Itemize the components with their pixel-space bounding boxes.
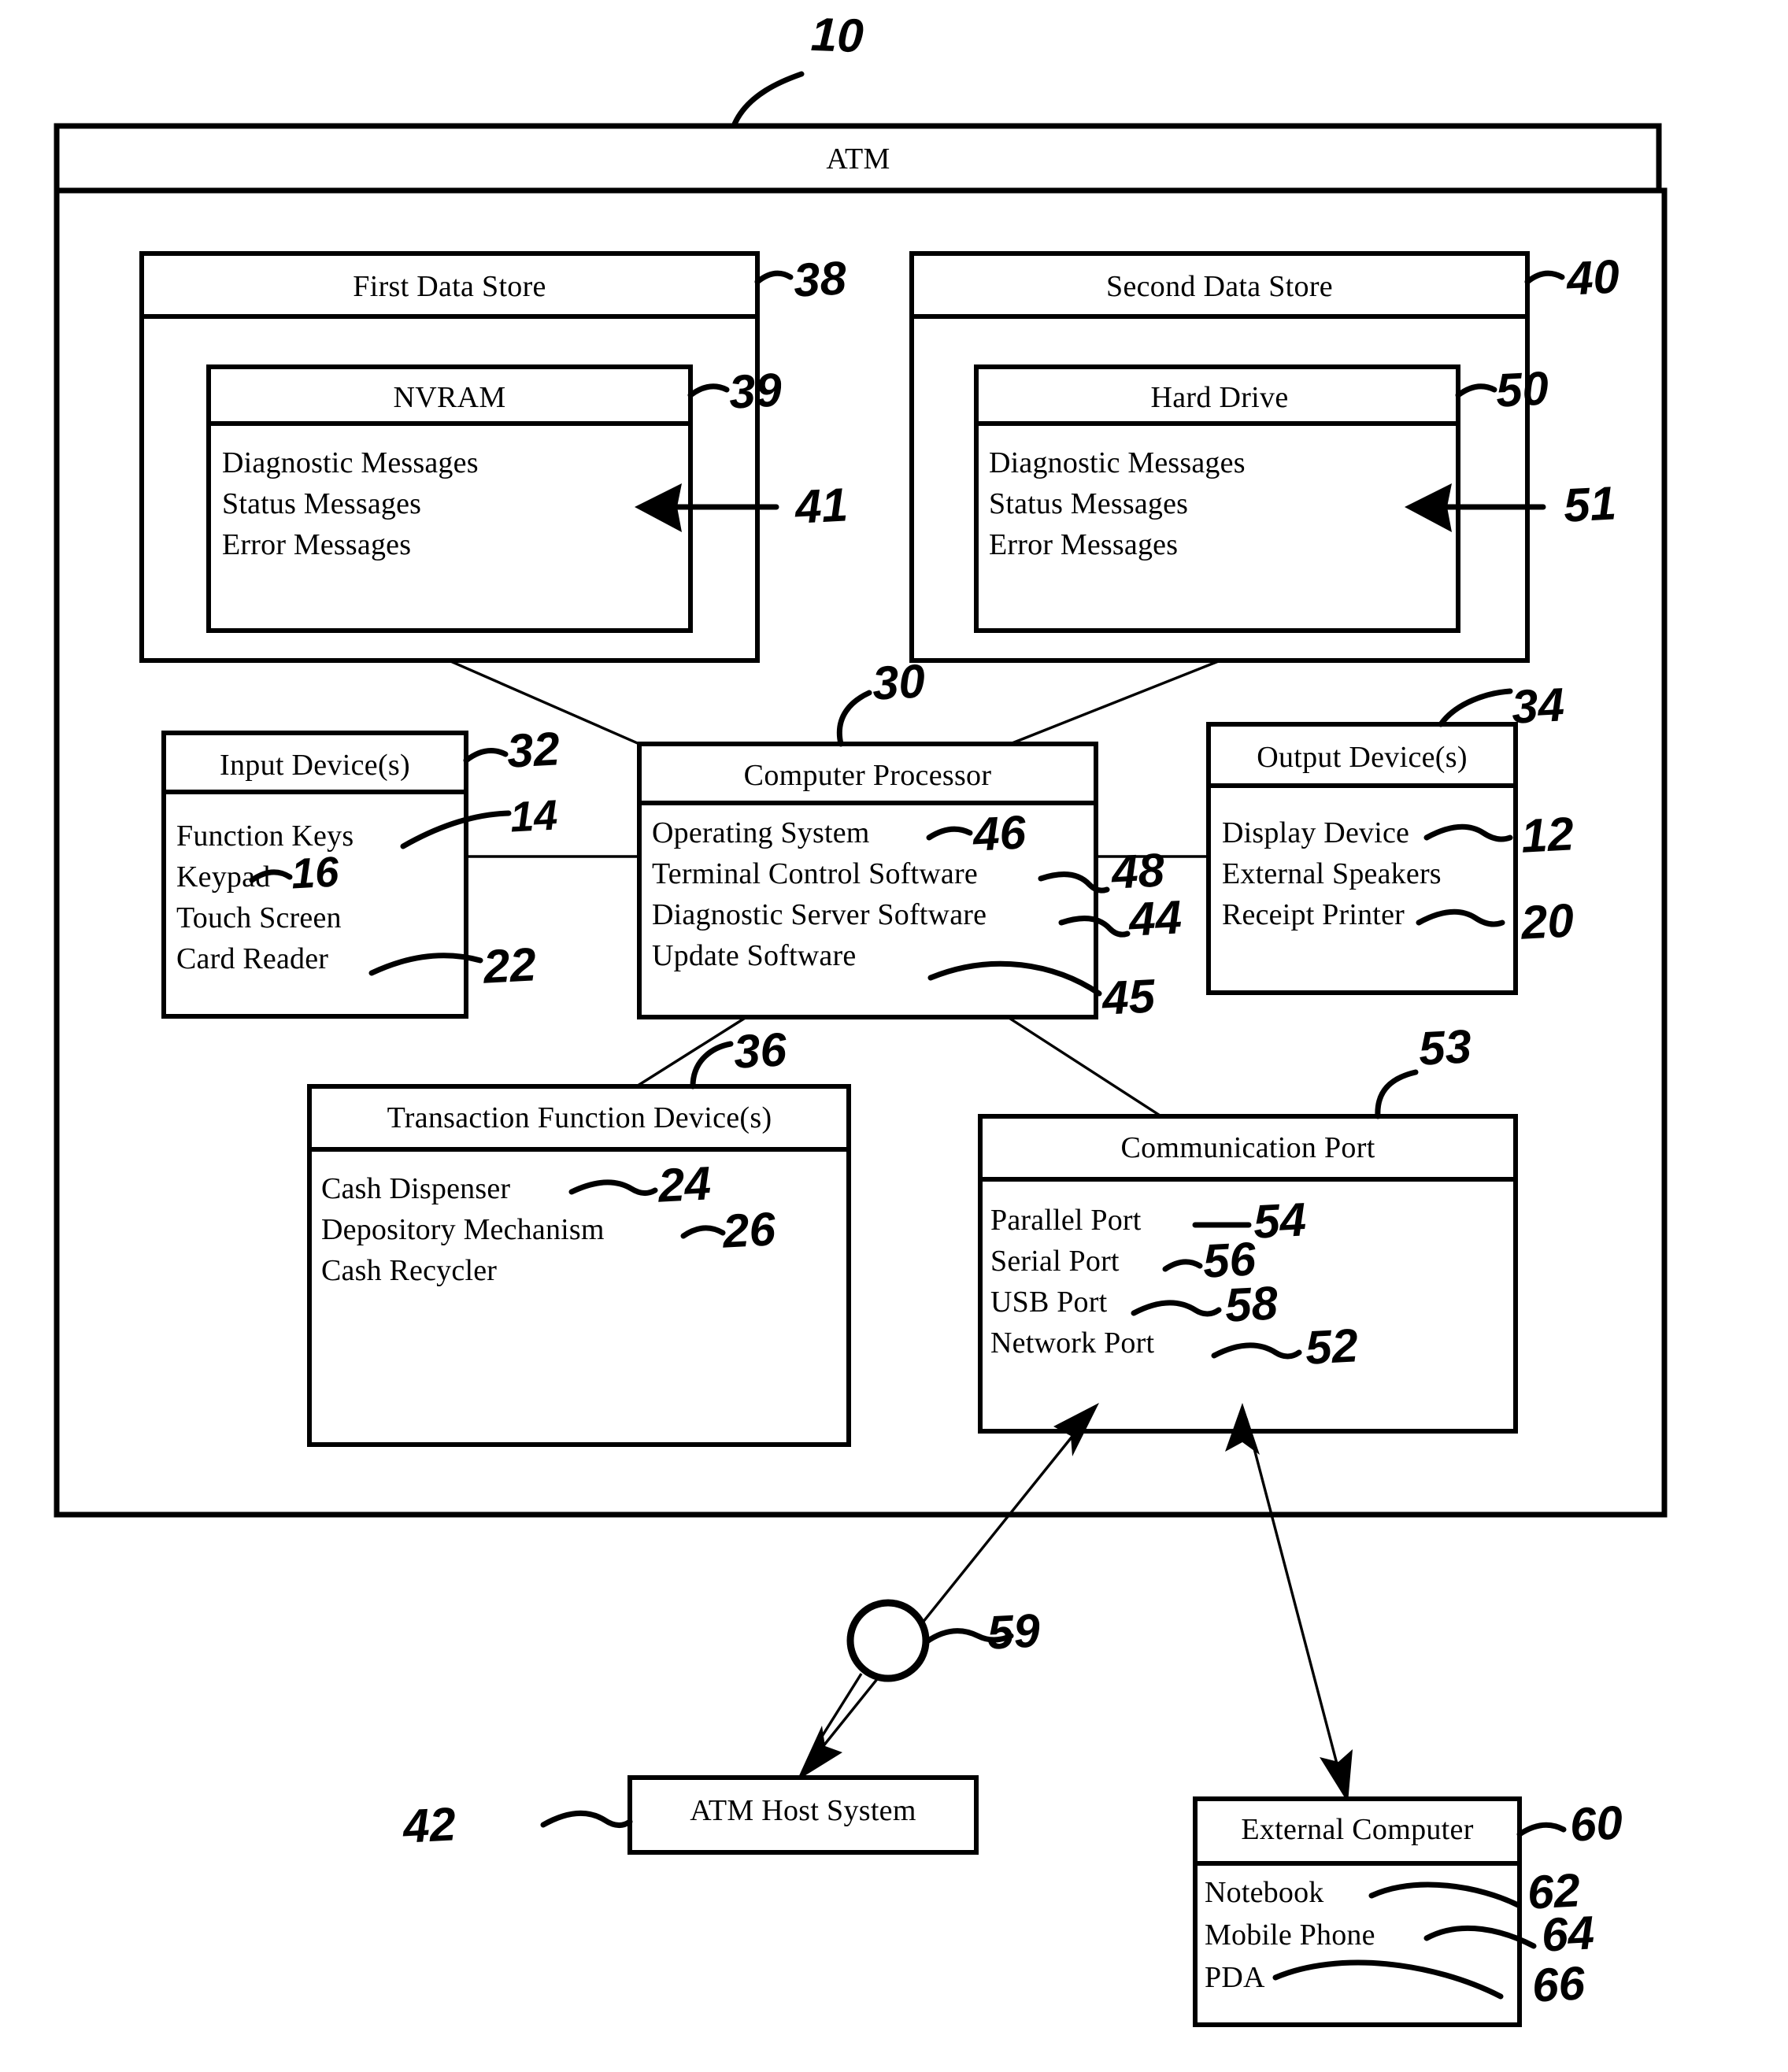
transaction-item-depository-mechanism: Depository Mechanism — [321, 1213, 605, 1246]
comm-item-parallel-port: Parallel Port — [990, 1204, 1142, 1237]
processor-item-operating-system: Operating System — [652, 816, 870, 849]
ref-60: 60 — [1568, 1796, 1624, 1852]
communication-port-title: Communication Port — [1120, 1131, 1375, 1164]
ref-44: 44 — [1127, 890, 1183, 946]
output-item-receipt-printer: Receipt Printer — [1222, 898, 1405, 931]
ref-20: 20 — [1520, 894, 1575, 949]
comm-item-network-port: Network Port — [990, 1326, 1155, 1360]
comm-item-usb-port: USB Port — [990, 1286, 1108, 1319]
atm-title: ATM — [826, 142, 890, 176]
ref-40: 40 — [1565, 250, 1621, 305]
ref-12: 12 — [1520, 807, 1575, 863]
input-item-card-reader: Card Reader — [176, 942, 329, 975]
ref-54: 54 — [1252, 1193, 1308, 1249]
processor-item-terminal-control-software: Terminal Control Software — [652, 857, 978, 890]
ref-64: 64 — [1540, 1906, 1596, 1962]
comm-item-serial-port: Serial Port — [990, 1245, 1120, 1278]
hard-drive-item-error-messages: Error Messages — [989, 528, 1179, 561]
ref-34: 34 — [1510, 678, 1566, 734]
input-item-touch-screen: Touch Screen — [176, 901, 342, 934]
ref-51: 51 — [1562, 476, 1618, 532]
ref-39: 39 — [727, 363, 783, 419]
external-item-mobile-phone: Mobile Phone — [1205, 1918, 1375, 1952]
leader-ref-42 — [540, 1810, 633, 1828]
ref-22: 22 — [482, 938, 538, 993]
ref-50: 50 — [1494, 361, 1550, 417]
hard-drive-title: Hard Drive — [1150, 381, 1289, 414]
external-item-pda: PDA — [1205, 1961, 1265, 1994]
ref-30: 30 — [871, 654, 927, 710]
ref-32: 32 — [505, 722, 561, 778]
ref-45: 45 — [1101, 969, 1157, 1025]
arrow-into-atm-host-system — [797, 1673, 863, 1781]
processor-item-diagnostic-server-software: Diagnostic Server Software — [652, 898, 987, 931]
nvram-item-error-messages: Error Messages — [222, 528, 412, 561]
ref-59: 59 — [986, 1604, 1042, 1659]
output-item-display-device: Display Device — [1222, 816, 1410, 849]
computer-processor-title: Computer Processor — [743, 759, 992, 792]
output-devices-title: Output Device(s) — [1257, 741, 1468, 774]
ref-16: 16 — [290, 848, 340, 898]
nvram-item-diagnostic-messages: Diagnostic Messages — [222, 446, 479, 479]
figure-line-art — [54, 71, 1668, 2027]
ref-36: 36 — [732, 1023, 788, 1079]
ref-41: 41 — [794, 478, 850, 534]
patent-figure: ATM 10 First Data Store 38 NVRAM 39 Diag… — [0, 0, 1788, 2072]
leader-ref-60 — [1516, 1822, 1567, 1837]
input-item-keypad: Keypad — [176, 860, 271, 894]
ref-52: 52 — [1304, 1319, 1360, 1375]
nvram-title: NVRAM — [393, 381, 506, 414]
input-devices-title: Input Device(s) — [220, 749, 410, 782]
hard-drive-item-status-messages: Status Messages — [989, 487, 1189, 520]
second-data-store-title: Second Data Store — [1106, 270, 1333, 303]
ref-38: 38 — [792, 251, 848, 307]
ref-42: 42 — [402, 1797, 457, 1853]
ref-10: 10 — [809, 7, 864, 63]
ref-26: 26 — [721, 1202, 777, 1258]
atm-host-system-title: ATM Host System — [690, 1794, 916, 1827]
network-node-circle — [846, 1599, 930, 1682]
ref-66: 66 — [1531, 1956, 1586, 2012]
ref-46: 46 — [972, 805, 1027, 861]
hard-drive-item-diagnostic-messages: Diagnostic Messages — [989, 446, 1246, 479]
ref-14: 14 — [509, 791, 559, 842]
ref-58: 58 — [1223, 1276, 1279, 1332]
ref-53: 53 — [1417, 1019, 1473, 1075]
transaction-devices-title: Transaction Function Device(s) — [387, 1101, 772, 1134]
ref-24: 24 — [657, 1156, 713, 1212]
external-item-notebook: Notebook — [1205, 1876, 1324, 1909]
output-item-external-speakers: External Speakers — [1222, 857, 1442, 890]
leader-ref-10 — [731, 71, 805, 129]
transaction-item-cash-dispenser: Cash Dispenser — [321, 1172, 511, 1205]
transaction-item-cash-recycler: Cash Recycler — [321, 1254, 498, 1287]
nvram-item-status-messages: Status Messages — [222, 487, 422, 520]
first-data-store-title: First Data Store — [353, 270, 546, 303]
external-computer-title: External Computer — [1241, 1813, 1474, 1846]
processor-item-update-software: Update Software — [652, 939, 857, 972]
